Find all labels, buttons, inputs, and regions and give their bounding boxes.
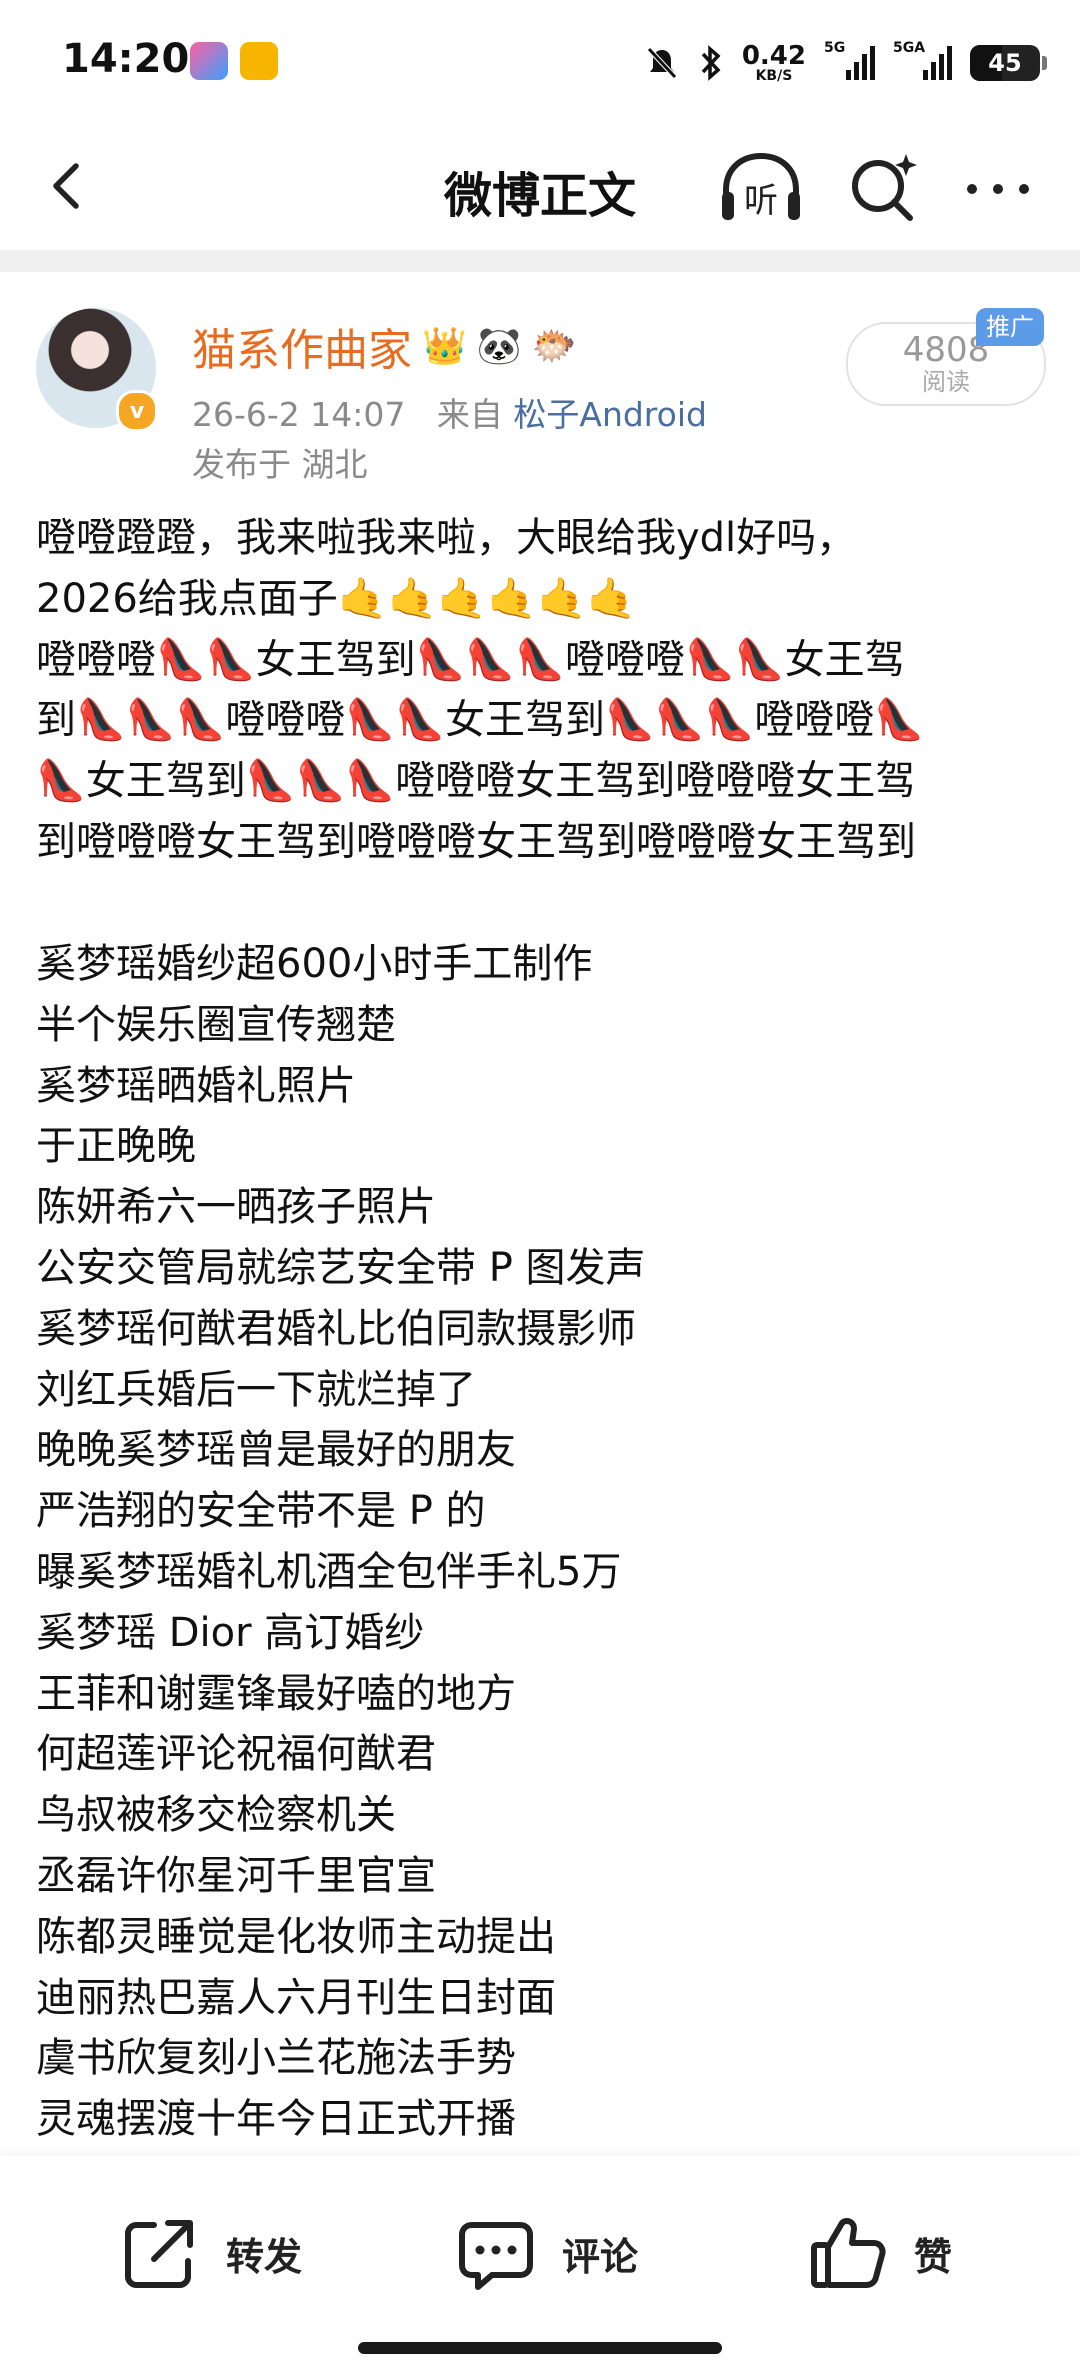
username[interactable]: 猫系作曲家 (192, 314, 412, 378)
post-line: 到👠👠👠噔噔噔👠👠女王驾到👠👠👠噔噔噔👠 (36, 697, 925, 744)
post-date: 26-6-2 14:07 (192, 395, 406, 434)
post-location: 发布于 湖北 (192, 445, 368, 484)
hot-topic-item: 曝奚梦瑶婚礼机酒全包伴手礼5万 (36, 1548, 622, 1595)
net-speed: 0.42 KB/S (742, 43, 806, 83)
hot-topic-item: 严浩翔的安全带不是 P 的 (36, 1488, 486, 1535)
like-button[interactable]: 赞 (808, 2208, 952, 2298)
post-line: 2026给我点面子🤙🤙🤙🤙🤙🤙 (36, 575, 637, 622)
post-line: 噔噔蹬蹬，我来啦我来啦，大眼给我ydl好吗， (36, 515, 857, 561)
post-meta: 26-6-2 14:07 来自 松子Android (192, 388, 707, 436)
post-line: 噔噔噔👠👠女王驾到👠👠👠噔噔噔👠👠女王驾 (36, 636, 905, 683)
promo-badge[interactable]: 推广 (976, 308, 1044, 346)
app-notification-icon (190, 42, 228, 80)
hot-topic-item: 公安交管局就综艺安全带 P 图发声 (36, 1244, 646, 1291)
signal1-label: 5G (824, 40, 846, 56)
top-nav: 微博正文 听 (0, 128, 1080, 250)
hot-topic-item: 王菲和谢霆锋最好嗑的地方 (36, 1670, 516, 1717)
status-time: 14:20 (62, 36, 190, 82)
post-line: 到噔噔噔女王驾到噔噔噔女王驾到噔噔噔女王驾到 (36, 818, 916, 865)
hot-topic-item: 奚梦瑶何猷君婚礼比伯同款摄影师 (36, 1305, 636, 1352)
mute-icon (647, 47, 677, 79)
post-text: 噔噔蹬蹬，我来啦我来啦，大眼给我ydl好吗， 2026给我点面子🤙🤙🤙🤙🤙🤙 噔… (36, 508, 1046, 873)
bluetooth-icon (701, 45, 721, 81)
hot-topic-item: 奚梦瑶婚纱超600小时手工制作 (36, 941, 593, 987)
listen-label: 听 (744, 181, 778, 221)
weibo-notification-icon (240, 42, 278, 80)
signal2-label: 5GA (893, 40, 926, 56)
hot-topic-item: 迪丽热巴嘉人六月刊生日封面 (36, 1974, 556, 2021)
net-speed-unit: KB/S (755, 68, 793, 84)
hot-topic-item: 何超莲评论祝福何猷君 (36, 1731, 436, 1778)
hot-topic-item: 灵魂摆渡十年今日正式开播 (36, 2096, 516, 2143)
comment-button[interactable]: 评论 (456, 2208, 638, 2298)
hot-topic-item: 晚晚奚梦瑶曾是最好的朋友 (36, 1427, 516, 1474)
battery-level: 45 (988, 49, 1022, 77)
verified-badge-icon: v (116, 390, 158, 432)
thumbs-up-icon (811, 2218, 886, 2288)
post-source[interactable]: 松子Android (513, 395, 707, 434)
hot-topic-item: 刘红兵婚后一下就烂掉了 (36, 1366, 476, 1413)
more-icon[interactable] (960, 164, 1036, 214)
hot-topic-item: 于正晚晚 (36, 1123, 196, 1170)
read-label: 阅读 (922, 368, 970, 396)
post-line: 👠女王驾到👠👠👠噔噔噔女王驾到噔噔噔女王驾 (36, 758, 916, 805)
net-speed-value: 0.42 (741, 41, 806, 71)
panda-badge-icon[interactable]: 🐼 (477, 325, 522, 367)
hot-topic-item: 半个娱乐圈宣传翘楚 (36, 1001, 396, 1048)
repost-label: 转发 (226, 2234, 303, 2279)
listen-headphones-icon[interactable]: 听 (716, 148, 806, 228)
source-prefix: 来自 (436, 395, 503, 434)
status-bar: 14:20 0.42 KB/S 5G 5GA 45 (0, 0, 1080, 128)
hot-topic-list: 奚梦瑶婚纱超600小时手工制作 半个娱乐圈宣传翘楚 奚梦瑶晒婚礼照片 于正晚晚 … (36, 934, 1046, 2150)
hot-topic-item: 丞磊许你星河千里官宣 (36, 1852, 436, 1899)
repost-icon (125, 2220, 193, 2288)
crown-badge-icon[interactable]: 👑 (422, 325, 467, 367)
bottom-action-bar: 转发 评论 赞 (0, 2156, 1080, 2376)
like-label: 赞 (914, 2234, 953, 2279)
section-divider (0, 250, 1080, 272)
search-icon[interactable] (846, 150, 922, 226)
status-icons: 0.42 KB/S 5G 5GA 45 (644, 38, 1047, 88)
comment-icon (459, 2222, 533, 2290)
hot-topic-item: 虞书欣复刻小兰花施法手势 (36, 2035, 516, 2082)
username-row: 猫系作曲家 👑 🐼 🐡 (192, 314, 576, 378)
signal-icon-1: 5G (824, 40, 875, 80)
home-indicator[interactable] (358, 2342, 722, 2354)
battery-icon: 45 (970, 45, 1047, 81)
hot-topic-item: 陈都灵睡觉是化妆师主动提出 (36, 1913, 556, 1960)
hot-topic-item: 奚梦瑶 Dior 高订婚纱 (36, 1609, 425, 1656)
hot-topic-item: 奚梦瑶晒婚礼照片 (36, 1062, 356, 1109)
signal-icon-2: 5GA (893, 40, 952, 80)
comment-label: 评论 (562, 2234, 639, 2279)
pufferfish-badge-icon[interactable]: 🐡 (532, 325, 577, 367)
hot-topic-item: 鸟叔被移交检察机关 (36, 1792, 396, 1839)
hot-topic-item: 陈妍希六一晒孩子照片 (36, 1184, 436, 1231)
repost-button[interactable]: 转发 (120, 2208, 302, 2298)
